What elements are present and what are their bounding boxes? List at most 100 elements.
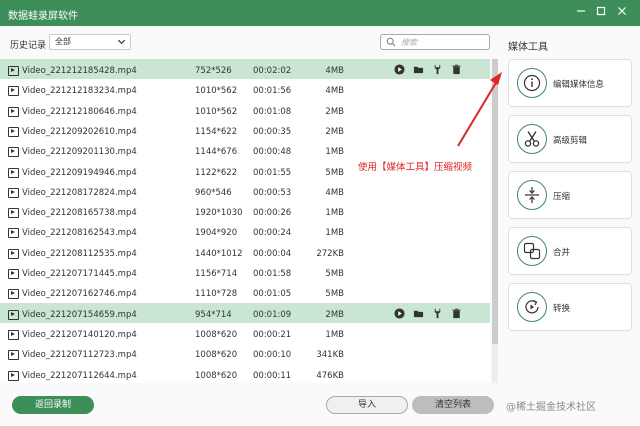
window-title: 数据蛙录屏软件 <box>8 11 78 22</box>
chevron-down-icon <box>117 39 126 45</box>
resolution: 1008*620 <box>195 329 238 340</box>
file-size: 1MB <box>325 329 344 340</box>
file-name: Video_221212185428.mp4 <box>22 66 137 76</box>
file-size: 2MB <box>325 309 344 320</box>
resolution: 954*714 <box>195 309 232 320</box>
video-file-icon <box>8 289 19 300</box>
file-name: Video_221207112723.mp4 <box>22 350 137 361</box>
tool-card-compress[interactable]: 压缩 <box>508 171 632 219</box>
tool-card-merge[interactable]: 合并 <box>508 227 632 275</box>
video-file-icon <box>8 350 19 361</box>
annotation-text: 使用【媒体工具】压缩视频 <box>358 162 473 173</box>
video-file-icon <box>8 269 19 279</box>
resolution: 1156*714 <box>195 269 238 279</box>
duration: 00:00:10 <box>253 350 292 361</box>
file-name: Video_221207112644.mp4 <box>22 370 137 381</box>
file-size: 5MB <box>325 167 344 178</box>
video-file-icon <box>8 187 19 198</box>
scissors-icon <box>517 124 547 154</box>
resolution: 1110*728 <box>195 289 238 300</box>
folder-icon[interactable] <box>413 308 425 322</box>
file-size: 341KB <box>316 350 344 361</box>
duration: 00:00:21 <box>253 329 292 340</box>
duration: 00:00:04 <box>253 248 292 259</box>
play-icon[interactable] <box>394 64 406 78</box>
history-filter-value: 全部 <box>55 37 71 46</box>
close-icon <box>618 7 626 15</box>
file-name: Video_221208112535.mp4 <box>22 248 137 259</box>
resolution: 1144*676 <box>195 147 238 158</box>
delete-icon[interactable] <box>451 308 463 322</box>
table-row[interactable]: Video_221207112644.mp4 1008*620 00:00:11 47… <box>0 363 490 383</box>
file-size: 4MB <box>325 187 344 198</box>
back-to-record-button[interactable]: 返回录制 <box>12 396 94 414</box>
maximize-button[interactable] <box>592 4 610 22</box>
file-name: Video_221209201130.mp4 <box>22 147 137 158</box>
file-size: 5MB <box>325 269 344 279</box>
tool-card-convert[interactable]: 转换 <box>508 283 632 331</box>
history-filter-select[interactable]: 全部 <box>49 34 131 50</box>
video-file-icon <box>8 329 19 340</box>
watermark: @稀土掘金技术社区 <box>506 402 596 413</box>
resolution: 1904*920 <box>195 228 238 239</box>
video-file-icon <box>8 106 19 117</box>
file-name: Video_221207154659.mp4 <box>22 309 137 320</box>
tool-card-scissors[interactable]: 高级剪辑 <box>508 115 632 163</box>
file-name: Video_221207171445.mp4 <box>22 269 137 279</box>
tool-icon[interactable] <box>432 64 444 78</box>
resolution: 1440*1012 <box>195 248 243 259</box>
file-name: Video_221208165738.mp4 <box>22 208 137 219</box>
tool-label: 合并 <box>553 248 571 258</box>
clear-list-button[interactable]: 清空列表 <box>412 396 494 414</box>
video-file-icon <box>8 126 19 137</box>
duration: 00:01:05 <box>253 289 292 300</box>
search-icon <box>386 37 396 47</box>
file-name: Video_221209202610.mp4 <box>22 126 137 137</box>
search-input[interactable]: 搜索 <box>380 34 490 50</box>
duration: 00:00:24 <box>253 228 292 239</box>
tool-icon[interactable] <box>432 308 444 322</box>
duration: 00:00:48 <box>253 147 292 158</box>
resolution: 1008*620 <box>195 370 238 381</box>
video-file-icon <box>8 147 19 158</box>
duration: 00:00:35 <box>253 126 292 137</box>
compress-icon <box>517 180 547 210</box>
close-button[interactable] <box>613 4 631 22</box>
resolution: 1008*620 <box>195 350 238 361</box>
video-file-icon <box>8 66 19 76</box>
video-file-icon <box>8 208 19 219</box>
tool-label: 转换 <box>553 304 571 314</box>
duration: 00:00:11 <box>253 370 292 381</box>
file-size: 476KB <box>316 370 344 381</box>
info-icon <box>517 68 547 98</box>
video-file-icon <box>8 86 19 97</box>
import-button[interactable]: 导入 <box>326 396 408 414</box>
file-size: 5MB <box>325 289 344 300</box>
file-name: Video_221207162746.mp4 <box>22 289 137 300</box>
duration: 00:00:53 <box>253 187 292 198</box>
resolution: 1122*622 <box>195 167 238 178</box>
annotation-arrow <box>457 72 502 147</box>
video-file-icon <box>8 248 19 259</box>
duration: 00:01:58 <box>253 269 292 279</box>
merge-icon <box>517 236 547 266</box>
file-size: 2MB <box>325 106 344 117</box>
file-name: Video_221208172824.mp4 <box>22 187 137 198</box>
main-content: 历史记录 全部 搜索 媒体工具 Video_221212185428.mp4 75… <box>0 26 640 426</box>
file-size: 2MB <box>325 126 344 137</box>
resolution: 1010*562 <box>195 86 238 97</box>
resolution: 1154*622 <box>195 126 238 137</box>
media-tools-title: 媒体工具 <box>508 42 548 53</box>
video-file-icon <box>8 309 19 320</box>
file-name: Video_221209194946.mp4 <box>22 167 137 178</box>
minimize-icon <box>577 10 585 12</box>
folder-icon[interactable] <box>413 64 425 78</box>
search-placeholder: 搜索 <box>401 38 417 47</box>
resolution: 960*546 <box>195 187 232 198</box>
duration: 00:01:08 <box>253 106 292 117</box>
tool-card-info[interactable]: 编辑媒体信息 <box>508 59 632 107</box>
file-name: Video_221208162543.mp4 <box>22 228 137 239</box>
play-icon[interactable] <box>394 308 406 322</box>
minimize-button[interactable] <box>572 4 590 22</box>
file-size: 272KB <box>316 248 344 259</box>
